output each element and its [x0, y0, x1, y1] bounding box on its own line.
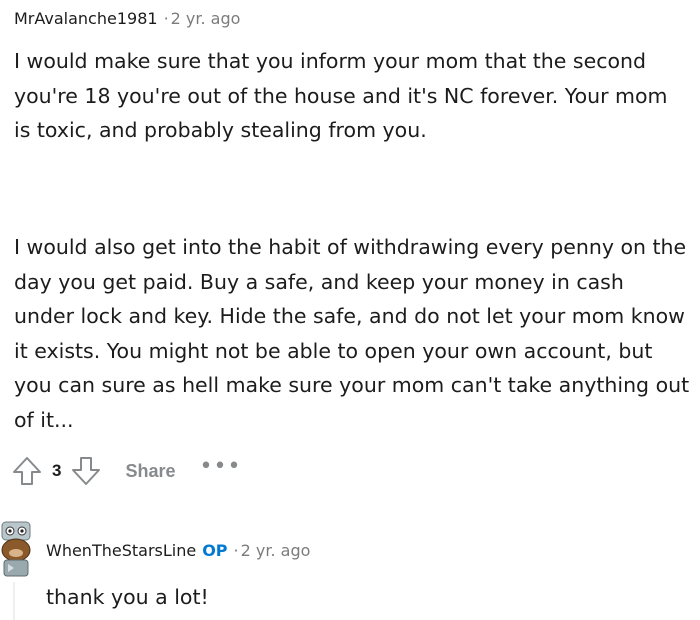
share-button[interactable]: Share: [125, 461, 175, 482]
comment-author[interactable]: MrAvalanche1981: [14, 9, 158, 28]
more-options-icon[interactable]: •••: [200, 456, 242, 478]
op-badge: OP: [202, 541, 228, 560]
upvote-button[interactable]: [10, 454, 44, 488]
reply-timestamp[interactable]: 2 yr. ago: [241, 541, 311, 560]
reply-author[interactable]: WhenTheStarsLine: [46, 541, 196, 560]
meta-separator: ·: [163, 9, 169, 28]
thread-line[interactable]: [13, 582, 15, 620]
reply-body: thank you a lot!: [46, 585, 209, 609]
comment-paragraph-2: I would also get into the habit of withd…: [14, 235, 690, 432]
comment-body: I would make sure that you inform your m…: [14, 44, 690, 148]
comment-header: MrAvalanche1981 · 2 yr. ago: [14, 8, 240, 30]
snoo-avatar-icon: [1, 521, 31, 577]
comment-action-bar: 3 Share •••: [10, 452, 241, 490]
avatar[interactable]: [0, 518, 36, 578]
comment-timestamp[interactable]: 2 yr. ago: [171, 9, 241, 28]
vote-count: 3: [52, 461, 62, 480]
reply-header: WhenTheStarsLine OP · 2 yr. ago: [46, 540, 310, 562]
downvote-arrow-icon: [72, 457, 101, 485]
reply-meta-separator: ·: [233, 541, 239, 560]
downvote-button[interactable]: [69, 454, 103, 488]
upvote-arrow-icon: [13, 457, 41, 485]
comment-paragraph-1: I would make sure that you inform your m…: [14, 49, 668, 142]
